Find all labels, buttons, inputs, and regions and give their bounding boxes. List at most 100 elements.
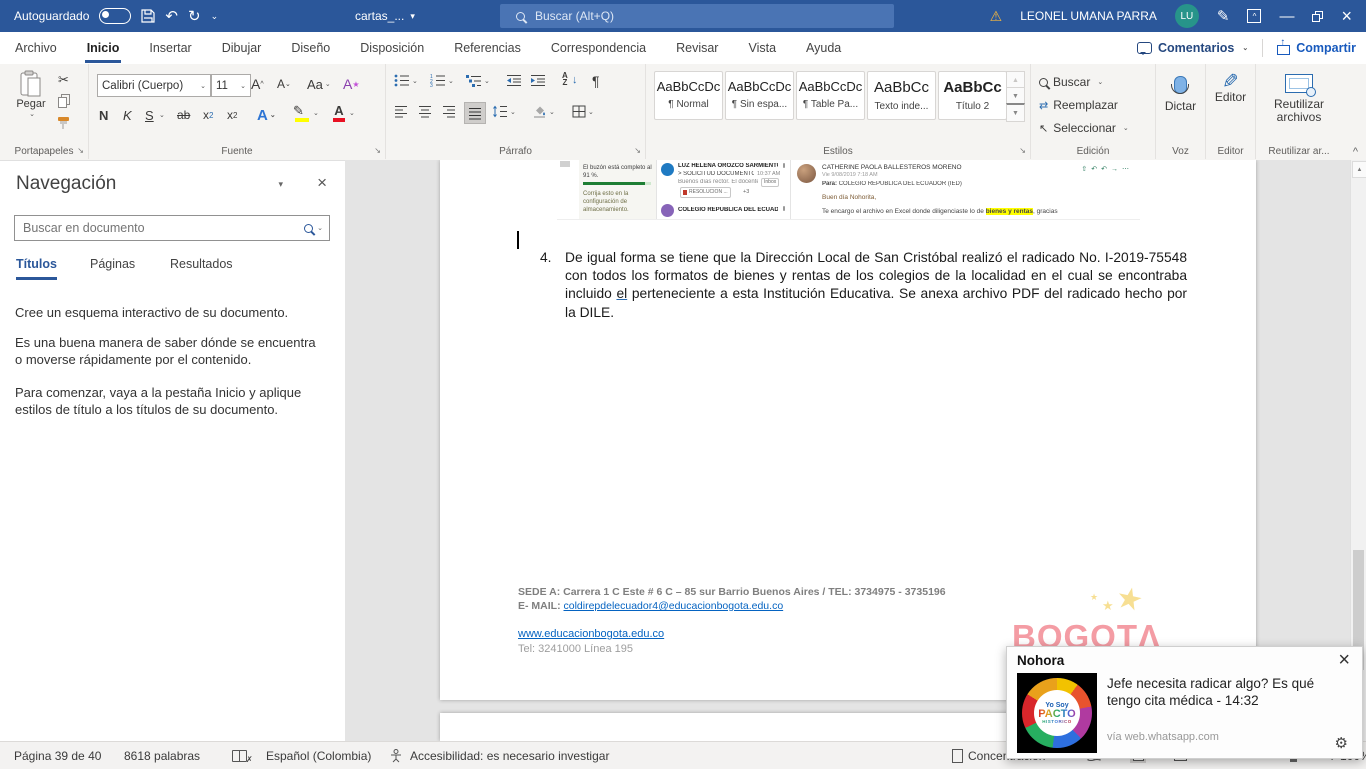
sort-button[interactable]: AZ (562, 72, 568, 86)
comments-button[interactable]: Comentarios ⌄ (1137, 41, 1248, 55)
tab-diseno[interactable]: Diseño (289, 34, 332, 63)
tab-revisar[interactable]: Revisar (674, 34, 720, 63)
bold-button[interactable]: N (99, 104, 108, 126)
style-table-paragraph[interactable]: AaBbCcDc¶ Table Pa... (796, 71, 865, 120)
nav-pane-dropdown-icon[interactable]: ▾ (278, 179, 283, 190)
proofing-icon[interactable]: ✗ (232, 742, 253, 769)
superscript-button[interactable]: x2 (227, 104, 237, 126)
undo-icon[interactable]: ↶ (165, 9, 178, 24)
styles-gallery-more-icon[interactable]: ▼ (1006, 103, 1025, 122)
search-dropdown-icon[interactable]: ⌄ (317, 224, 323, 232)
align-left-button[interactable] (394, 105, 408, 118)
style-indent-text[interactable]: AaBbCcTexto inde... (867, 71, 936, 120)
scrollbar-up-icon[interactable]: ▲ (1352, 161, 1366, 178)
nav-tab-titulos[interactable]: Títulos (16, 257, 57, 280)
borders-button[interactable]: ⌄ (572, 105, 594, 118)
replace-button[interactable]: ⇄Reemplazar (1039, 95, 1118, 115)
dialog-launcher-icon[interactable]: ↘ (77, 146, 84, 155)
underline-dropdown-icon[interactable]: ⌄ (159, 104, 165, 126)
line-spacing-button[interactable]: ⌄ (492, 105, 516, 118)
justify-button[interactable] (464, 102, 486, 124)
whatsapp-notification[interactable]: Nohora × Yo Soy PACTO HISTORICO Jefe nec… (1006, 646, 1363, 759)
dialog-launcher-icon[interactable]: ↘ (634, 146, 641, 155)
notification-close-icon[interactable]: × (1338, 649, 1350, 672)
shading-button[interactable]: ⌄ (532, 105, 555, 118)
font-size-combo[interactable]: 11⌄ (211, 74, 251, 97)
select-button[interactable]: ↖Seleccionar⌄ (1039, 118, 1129, 138)
tab-ayuda[interactable]: Ayuda (804, 34, 843, 63)
autosave-toggle[interactable] (99, 8, 131, 24)
page-indicator[interactable]: Página 39 de 40 (14, 742, 101, 769)
copy-icon[interactable] (58, 94, 70, 108)
tab-referencias[interactable]: Referencias (452, 34, 523, 63)
tab-archivo[interactable]: Archivo (13, 34, 59, 63)
restore-button[interactable] (1312, 11, 1323, 22)
reuse-files-button[interactable]: Reutilizar archivos (1256, 74, 1342, 124)
minimize-button[interactable]: — (1279, 9, 1294, 24)
footer-website-link[interactable]: www.educacionbogota.edu.co (518, 628, 664, 640)
paste-button[interactable]: Pegar ⌄ (8, 70, 54, 118)
language-indicator[interactable]: Español (Colombia) (266, 742, 371, 769)
nav-tab-paginas[interactable]: Páginas (90, 257, 135, 277)
align-right-button[interactable] (442, 105, 456, 118)
italic-button[interactable]: K (123, 104, 132, 126)
ribbon-display-options-icon[interactable]: ^ (1247, 9, 1261, 23)
pilcrow-button[interactable]: ¶ (592, 73, 600, 89)
highlight-button[interactable]: ✎⌄ (293, 102, 319, 124)
footer-email-link[interactable]: coldirepdelecuador4@educacionbogota.edu.… (564, 600, 784, 612)
email1-attachment-chip: RESOLUCION ... (680, 187, 731, 198)
style-heading2[interactable]: AaBbCcTítulo 2 (938, 71, 1007, 120)
change-case-button[interactable]: Aa⌄ (307, 73, 331, 95)
underline-button[interactable]: S (145, 104, 154, 126)
titlebar-search[interactable]: Buscar (Alt+Q) (500, 4, 894, 28)
tab-disposicion[interactable]: Disposición (358, 34, 426, 63)
strikethrough-button[interactable]: ab (177, 104, 190, 126)
document-title[interactable]: cartas_... ▾ (355, 0, 415, 32)
inking-icon[interactable]: ✎ (1217, 9, 1230, 24)
nav-search-box[interactable]: ⌄ (14, 215, 330, 241)
redo-icon[interactable]: ↻ (188, 9, 201, 24)
accessibility-status[interactable]: Accesibilidad: es necesario investigar (410, 742, 609, 769)
word-count[interactable]: 8618 palabras (124, 742, 200, 769)
align-center-button[interactable] (418, 105, 432, 118)
text-effects-button[interactable]: A⌄ (257, 104, 276, 126)
style-no-spacing[interactable]: AaBbCcDc¶ Sin espa... (725, 71, 794, 120)
cut-icon[interactable]: ✂ (58, 72, 69, 88)
numbered-list-button[interactable]: 123⌄ (430, 74, 454, 87)
share-button[interactable]: Compartir (1277, 41, 1356, 55)
dictate-button[interactable]: Dictar (1156, 76, 1205, 113)
increase-indent-button[interactable] (530, 74, 546, 87)
subscript-button[interactable]: x2 (203, 104, 213, 126)
dialog-launcher-icon[interactable]: ↘ (374, 146, 381, 155)
editor-button[interactable]: ✎ Editor (1206, 76, 1255, 104)
tab-vista[interactable]: Vista (746, 34, 778, 63)
tab-insertar[interactable]: Insertar (147, 34, 193, 63)
font-name-combo[interactable]: Calibri (Cuerpo)⌄ (97, 74, 211, 97)
find-button[interactable]: Buscar⌄ (1039, 72, 1103, 92)
document-paragraph-4[interactable]: 4. De igual forma se tiene que la Direcc… (540, 249, 1190, 322)
tab-inicio[interactable]: Inicio (85, 34, 122, 63)
font-color-button[interactable]: A⌄ (331, 102, 355, 124)
document-page-1[interactable]: El buzón está completo al 91 %. Corrija … (440, 160, 1256, 700)
notification-settings-icon[interactable]: ⚙ (1335, 734, 1348, 752)
close-button[interactable]: × (1341, 9, 1352, 24)
shrink-font-button[interactable]: A⌄ (277, 73, 291, 95)
bullet-list-button[interactable]: ⌄ (394, 74, 418, 87)
nav-search-input[interactable] (15, 221, 304, 235)
tab-correspondencia[interactable]: Correspondencia (549, 34, 648, 63)
grow-font-button[interactable]: A^ (251, 73, 264, 95)
user-avatar[interactable]: LU (1175, 4, 1199, 28)
nav-tab-resultados[interactable]: Resultados (170, 257, 233, 277)
warning-icon[interactable]: ⚠ (990, 8, 1003, 25)
clear-formatting-button[interactable]: A★ (343, 73, 360, 95)
collapse-ribbon-icon[interactable]: ^ (1353, 146, 1358, 158)
style-normal[interactable]: AaBbCcDc¶ Normal (654, 71, 723, 120)
multilevel-list-button[interactable]: ⌄ (466, 74, 490, 87)
format-painter-icon[interactable] (57, 116, 71, 130)
save-icon[interactable] (141, 9, 155, 23)
tab-dibujar[interactable]: Dibujar (220, 34, 264, 63)
nav-pane-close-icon[interactable]: × (317, 173, 327, 193)
decrease-indent-button[interactable] (506, 74, 522, 87)
dialog-launcher-icon[interactable]: ↘ (1019, 146, 1026, 155)
customize-toolbar-icon[interactable]: ⌄ (211, 9, 219, 24)
